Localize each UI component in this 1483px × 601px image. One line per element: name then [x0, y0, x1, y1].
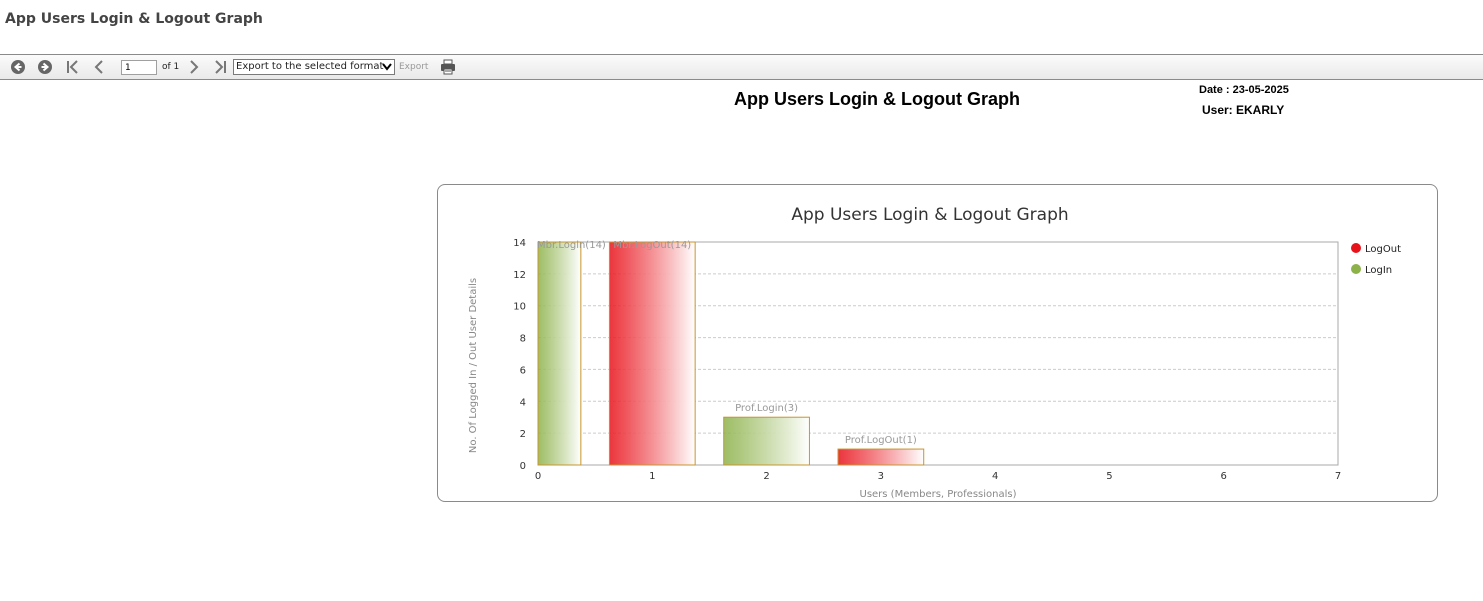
last-page-icon[interactable] — [212, 59, 228, 75]
bar-data-label: Mbr.Login(14) — [537, 240, 606, 251]
back-circle-icon[interactable] — [10, 59, 26, 75]
y-tick-label: 6 — [520, 365, 526, 376]
report-toolbar: of 1 Export to the selected format Expor… — [0, 54, 1483, 80]
bar-data-label: Prof.Login(3) — [735, 403, 798, 414]
page-title: App Users Login & Logout Graph — [5, 11, 263, 27]
y-tick-label: 10 — [513, 302, 526, 313]
chart-title: App Users Login & Logout Graph — [791, 205, 1068, 225]
page-count-label: of 1 — [162, 62, 180, 72]
print-icon[interactable] — [440, 59, 456, 75]
forward-circle-icon[interactable] — [37, 59, 53, 75]
legend-label-logout: LogOut — [1365, 244, 1401, 255]
bar-data-label: Prof.LogOut(1) — [845, 435, 917, 446]
bar-logout — [608, 241, 696, 466]
y-tick-label: 2 — [520, 429, 526, 440]
bar-login — [537, 241, 582, 466]
y-tick-label: 0 — [520, 461, 526, 472]
export-format-select[interactable]: Export to the selected format — [233, 59, 395, 75]
legend-marker-logout — [1351, 243, 1361, 253]
report-date: Date : 23-05-2025 — [1199, 84, 1289, 96]
report-title: App Users Login & Logout Graph — [734, 89, 1020, 109]
y-tick-label: 8 — [520, 334, 526, 345]
x-axis-label: Users (Members, Professionals) — [860, 489, 1017, 500]
y-tick-label: 12 — [513, 270, 526, 281]
x-tick-label: 0 — [535, 471, 541, 482]
y-axis-label: No. Of Logged In / Out User Details — [468, 278, 479, 453]
bar-logout — [837, 448, 925, 466]
previous-page-icon[interactable] — [92, 59, 106, 75]
x-tick-label: 2 — [763, 471, 769, 482]
first-page-icon[interactable] — [65, 59, 81, 75]
chevron-down-icon — [382, 63, 392, 71]
x-tick-label: 6 — [1221, 471, 1227, 482]
bar-data-label: Mbr.LogOut(14) — [613, 240, 691, 251]
report-user: User: EKARLY — [1202, 103, 1285, 117]
chart-container: App Users Login & Logout Graph 0 2 4 6 8 10 12 1… — [437, 184, 1438, 502]
next-page-icon[interactable] — [187, 59, 201, 75]
login-logout-chart: App Users Login & Logout Graph0246810121… — [468, 205, 1401, 500]
legend-marker-login — [1351, 264, 1361, 274]
legend-label-login: LogIn — [1365, 265, 1392, 276]
export-format-selected: Export to the selected format — [236, 61, 384, 72]
x-tick-label: 7 — [1335, 471, 1341, 482]
export-button[interactable]: Export — [399, 62, 428, 72]
x-tick-label: 4 — [992, 471, 998, 482]
x-tick-label: 3 — [878, 471, 884, 482]
x-tick-label: 1 — [649, 471, 655, 482]
y-tick-label: 14 — [513, 238, 526, 249]
y-tick-label: 4 — [520, 397, 526, 408]
x-tick-label: 5 — [1106, 471, 1112, 482]
page-number-input[interactable] — [121, 60, 157, 75]
bar-login — [723, 416, 810, 466]
